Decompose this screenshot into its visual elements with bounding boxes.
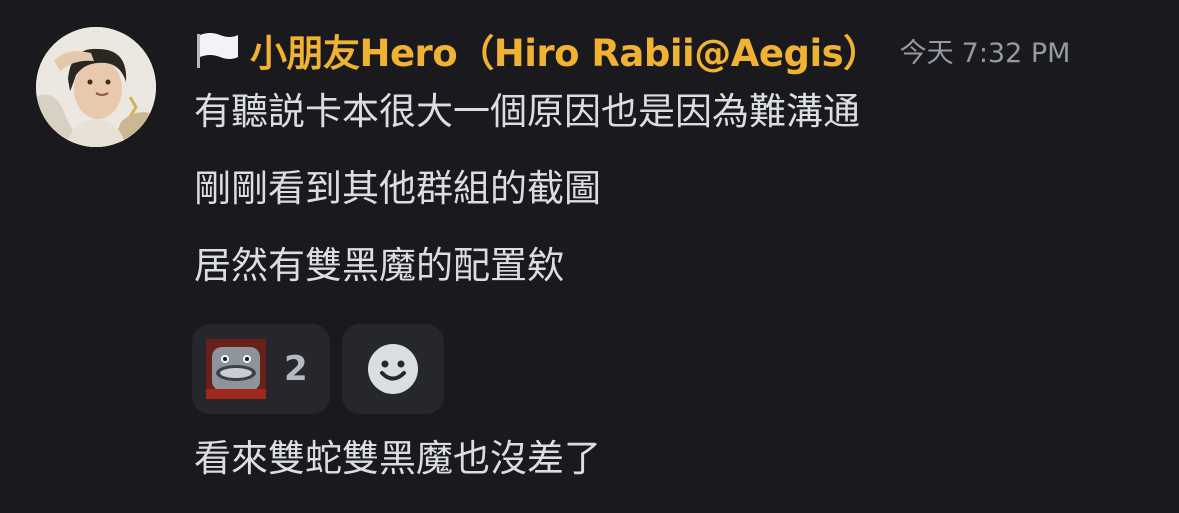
white-flag-icon <box>197 33 238 68</box>
reaction-button[interactable]: 2 <box>192 324 330 414</box>
avatar[interactable] <box>36 27 156 147</box>
message-text[interactable]: 居然有雙黑魔的配置欸 <box>194 244 564 288</box>
message-text[interactable]: 剛剛看到其他群組的截圖 <box>194 167 601 211</box>
message-text[interactable]: 看來雙蛇雙黑魔也沒差了 <box>194 437 601 481</box>
smiley-face-icon <box>368 344 418 394</box>
timestamp-time: 7:32 PM <box>961 37 1071 69</box>
message-text[interactable]: 有聽説卡本很大一個原因也是因為難溝通 <box>194 90 860 134</box>
message-header: 小朋友Hero（Hiro Rabii@Aegis） 今天 7:32 PM <box>194 24 1070 76</box>
reaction-count: 2 <box>284 349 308 389</box>
timestamp[interactable]: 今天 7:32 PM <box>900 31 1071 70</box>
username[interactable]: 小朋友Hero（Hiro Rabii@Aegis） <box>250 23 880 77</box>
add-reaction-button[interactable] <box>342 324 444 414</box>
reaction-bar: 2 <box>192 324 444 414</box>
timestamp-day: 今天 <box>899 37 954 69</box>
avatar-image <box>36 27 156 147</box>
custom-face-emoji-icon <box>206 339 266 399</box>
